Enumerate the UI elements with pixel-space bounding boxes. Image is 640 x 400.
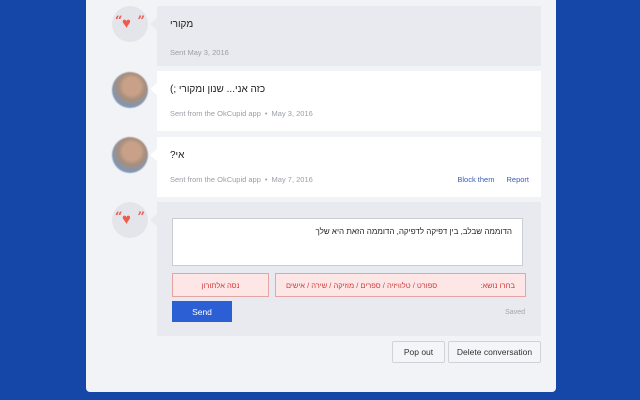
pop-out-button[interactable]: Pop out bbox=[392, 341, 445, 363]
my-avatar-heart: “♥” bbox=[112, 6, 148, 42]
message-bubble-2: כזה אני... שנון ומקורי ;) Sent from the … bbox=[150, 71, 541, 131]
message-text: כזה אני... שנון ומקורי ;) bbox=[170, 84, 266, 95]
match-avatar[interactable] bbox=[112, 72, 148, 108]
message-bubble-3: אי? Sent from the OkCupid app • May 7, 201… bbox=[150, 137, 541, 197]
message-date: May 3, 2016 bbox=[271, 109, 313, 118]
message-meta: Sent from the OkCupid app • May 3, 2016 bbox=[170, 109, 313, 118]
heart-icon: “♥” bbox=[115, 210, 145, 228]
compose-box: הדוממה שבלב, בין דפיקה לדפיקה, הדוממה הז… bbox=[150, 202, 541, 336]
report-link[interactable]: Report bbox=[506, 175, 529, 184]
message-meta: Sent May 3, 2016 bbox=[170, 48, 229, 57]
message-source: Sent from the OkCupid app bbox=[170, 109, 261, 118]
message-date: May 7, 2016 bbox=[271, 175, 313, 184]
message-bubble-1: מקורי Sent May 3, 2016 bbox=[150, 6, 541, 66]
delete-conversation-button[interactable]: Delete conversation bbox=[448, 341, 541, 363]
suggestion-chip-topics[interactable]: בחרו נושא: ספורט / טלוויזיה / ספרים / מו… bbox=[275, 273, 526, 297]
message-actions: Block them Report bbox=[445, 175, 529, 184]
my-avatar-heart: “♥” bbox=[112, 202, 148, 238]
suggestion-chip-random[interactable]: נסה אלתורון bbox=[172, 273, 269, 297]
message-input[interactable]: הדוממה שבלב, בין דפיקה לדפיקה, הדוממה הז… bbox=[172, 218, 523, 266]
match-avatar[interactable] bbox=[112, 137, 148, 173]
topics-label: בחרו נושא: bbox=[480, 280, 515, 290]
message-meta: Sent from the OkCupid app • May 7, 2016 bbox=[170, 175, 313, 184]
message-text: אי? bbox=[170, 150, 185, 161]
send-button[interactable]: Send bbox=[172, 301, 232, 322]
block-link[interactable]: Block them bbox=[457, 175, 494, 184]
message-source: Sent from the OkCupid app bbox=[170, 175, 261, 184]
heart-icon: “♥” bbox=[115, 14, 145, 32]
topics-options: ספורט / טלוויזיה / ספרים / מוזיקה / שירה… bbox=[286, 280, 438, 290]
saved-status: Saved bbox=[505, 309, 525, 316]
message-text: מקורי bbox=[170, 19, 194, 30]
